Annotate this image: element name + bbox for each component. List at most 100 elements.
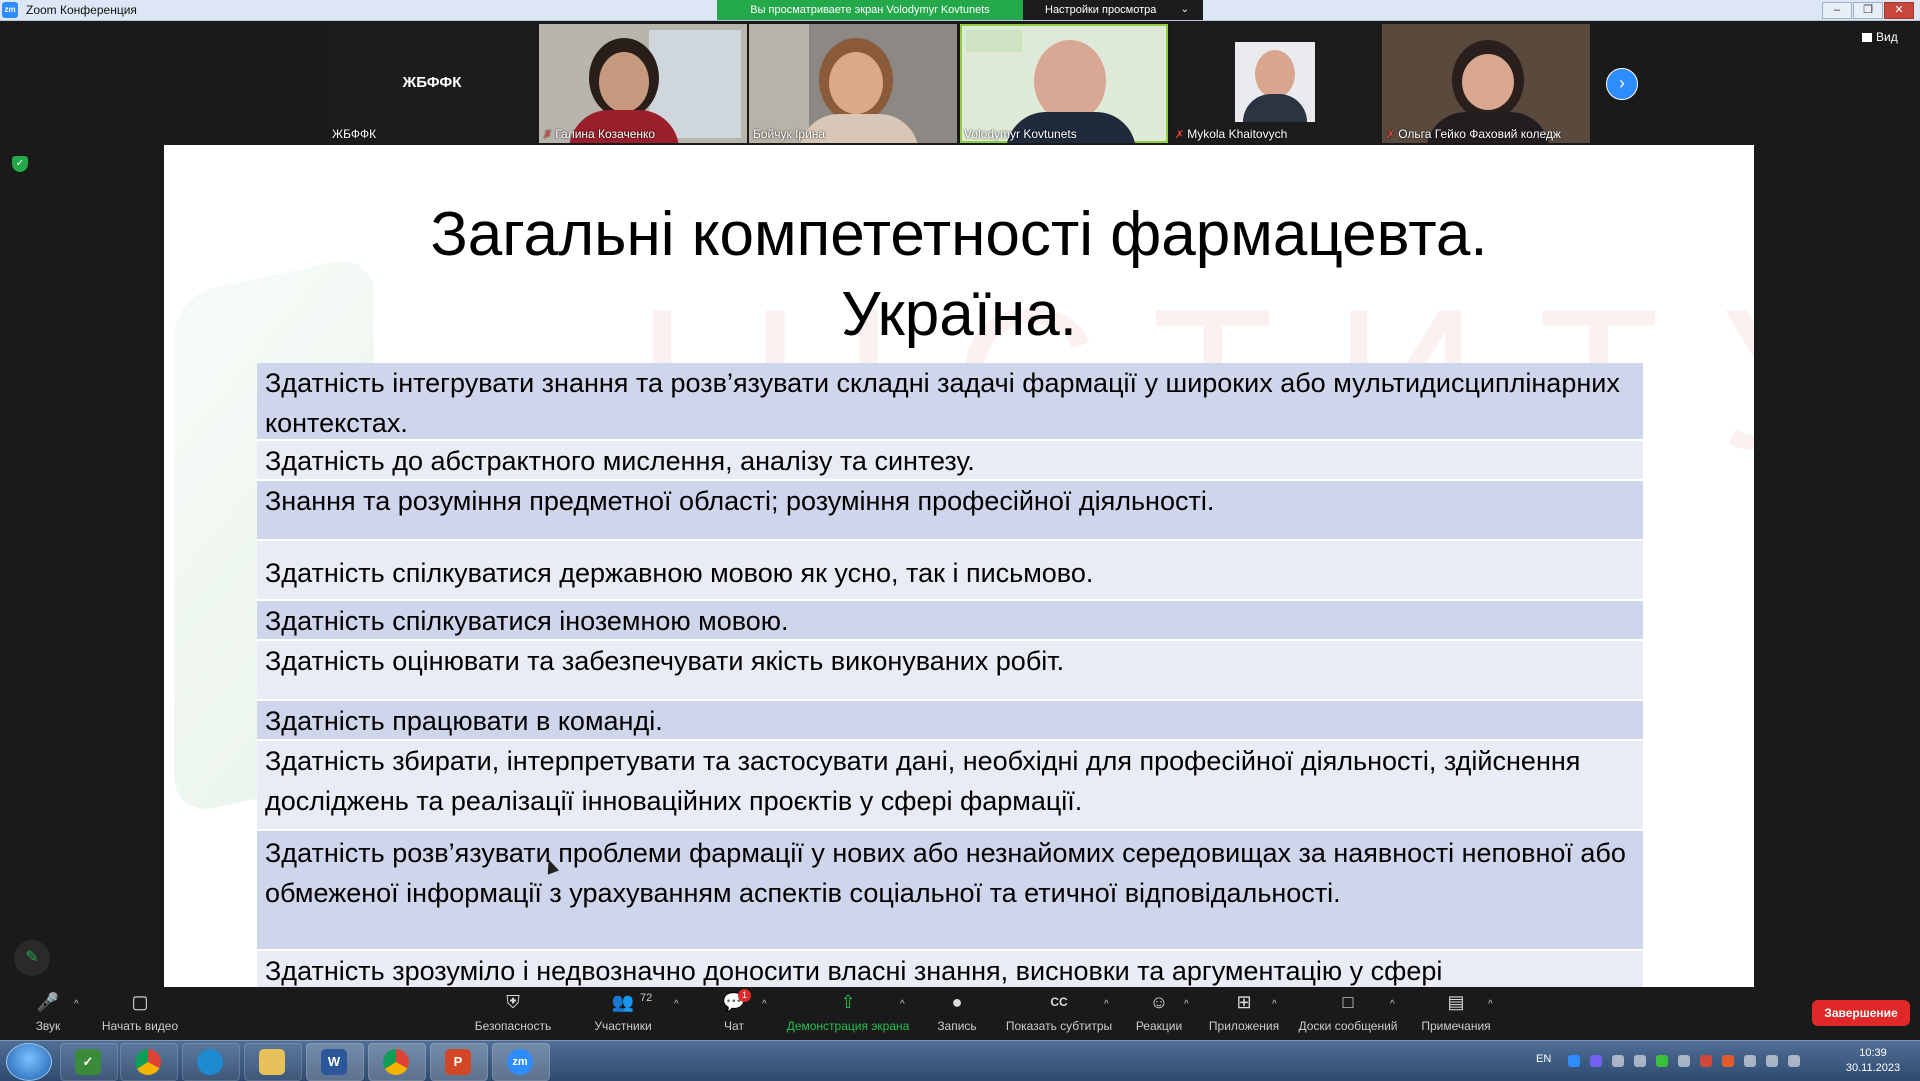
share-caret-icon[interactable]: ^ bbox=[900, 999, 905, 1010]
captions-button[interactable]: CC Показать субтитры bbox=[1004, 991, 1114, 1033]
participant-tile[interactable]: ЖБФФК ЖБФФК bbox=[328, 24, 536, 143]
table-row: Здатність зрозуміло і недвозначно доноси… bbox=[257, 951, 1643, 987]
whiteboards-caret-icon[interactable]: ^ bbox=[1390, 999, 1395, 1010]
table-row: Здатність розв’язувати проблеми фармації… bbox=[257, 831, 1643, 951]
zoom-tray-icon[interactable] bbox=[1568, 1055, 1580, 1067]
system-clock[interactable]: 10:39 30.11.2023 bbox=[1838, 1046, 1908, 1076]
gallery-view-button[interactable]: Вид bbox=[1862, 30, 1898, 44]
audio-options-caret-icon[interactable]: ^ bbox=[74, 999, 79, 1010]
participant-tile[interactable]: ✗ Галина Козаченко bbox=[539, 24, 747, 143]
title-bar: zm Zoom Конференция Вы просматриваете эк… bbox=[0, 0, 1920, 21]
participant-tile[interactable]: Бойчук Ірина bbox=[749, 24, 957, 143]
audio-label: Звук bbox=[35, 1019, 61, 1033]
whiteboards-button[interactable]: □ Доски сообщений bbox=[1294, 991, 1402, 1033]
edge-icon bbox=[197, 1049, 223, 1075]
record-button[interactable]: ● Запись bbox=[934, 991, 980, 1033]
apps-icon: ⊞ bbox=[1236, 992, 1252, 1012]
video-off-icon: ▢ bbox=[131, 992, 149, 1012]
participants-caret-icon[interactable]: ^ bbox=[674, 999, 679, 1010]
tray-icon[interactable] bbox=[1678, 1055, 1690, 1067]
start-video-button[interactable]: ▢ Начать видео bbox=[98, 991, 182, 1033]
powerpoint-icon: P bbox=[445, 1049, 471, 1075]
taskbar-app-chrome[interactable] bbox=[120, 1043, 178, 1081]
audio-button[interactable]: 🎤 Звук bbox=[28, 991, 68, 1033]
table-row: Здатність до абстрактного мислення, анал… bbox=[257, 441, 1643, 481]
taskbar-app-edge[interactable] bbox=[182, 1043, 240, 1081]
security-button[interactable]: ⛨ Безопасность bbox=[470, 991, 556, 1033]
participants-button[interactable]: 👥 72 Участники bbox=[590, 991, 656, 1033]
participant-tile[interactable]: Volodymyr Kovtunets bbox=[960, 24, 1168, 143]
notes-button[interactable]: ▤ Примечания bbox=[1416, 991, 1496, 1033]
share-screen-button[interactable]: ⇧ Демонстрация экрана bbox=[786, 991, 910, 1033]
mic-muted-icon: ✗ bbox=[1386, 129, 1396, 141]
record-label: Запись bbox=[937, 1019, 977, 1033]
table-row: Здатність оцінювати та забезпечувати які… bbox=[257, 641, 1643, 701]
meeting-toolbar: 🎤 Звук ^ ▢ Начать видео ⛨ Безопасность 👥… bbox=[0, 987, 1920, 1040]
slide-title: Загальні компететності фармацевта. Украї… bbox=[164, 195, 1754, 355]
tray-icon[interactable] bbox=[1634, 1055, 1646, 1067]
windows-taskbar: ✓ W P zm EN 10:39 30.11.2023 bbox=[0, 1040, 1920, 1081]
chat-caret-icon[interactable]: ^ bbox=[762, 999, 767, 1010]
notes-icon: ▤ bbox=[1447, 992, 1465, 1012]
table-row: Здатність спілкуватися державною мовою я… bbox=[257, 541, 1643, 601]
view-options-dropdown[interactable]: Настройки просмотра ⌄ bbox=[1023, 0, 1203, 20]
annotation-pen-icon[interactable]: ✎ bbox=[14, 940, 50, 976]
apps-caret-icon[interactable]: ^ bbox=[1272, 999, 1277, 1010]
captions-caret-icon[interactable]: ^ bbox=[1104, 999, 1109, 1010]
network-icon[interactable] bbox=[1766, 1055, 1778, 1067]
participant-video bbox=[1034, 40, 1106, 122]
captions-label: Показать субтитры bbox=[1005, 1019, 1113, 1033]
table-row: Здатність інтегрувати знання та розв’язу… bbox=[257, 363, 1643, 441]
taskbar-app-chrome-window[interactable] bbox=[368, 1043, 426, 1081]
institute-logo bbox=[966, 30, 1022, 52]
folder-icon bbox=[259, 1049, 285, 1075]
table-row: Знання та розуміння предметної області; … bbox=[257, 481, 1643, 541]
participant-tile[interactable]: ✗ Ольга Гейко Фаховий коледж bbox=[1382, 24, 1590, 143]
volume-icon[interactable] bbox=[1788, 1055, 1800, 1067]
tray-icon[interactable] bbox=[1700, 1055, 1712, 1067]
taskbar-app-zoom[interactable]: zm bbox=[492, 1043, 550, 1081]
view-button-label: Вид bbox=[1876, 30, 1898, 44]
participant-tile[interactable]: ✗ Mykola Khaitovych bbox=[1171, 24, 1379, 143]
security-label: Безопасность bbox=[474, 1019, 552, 1033]
taskbar-app-powerpoint[interactable]: P bbox=[430, 1043, 488, 1081]
end-meeting-button[interactable]: Завершение bbox=[1812, 1000, 1910, 1026]
reactions-caret-icon[interactable]: ^ bbox=[1184, 999, 1189, 1010]
window-title: Zoom Конференция bbox=[26, 3, 137, 17]
encryption-shield-icon[interactable]: ✓ bbox=[12, 156, 28, 172]
viber-tray-icon[interactable] bbox=[1590, 1055, 1602, 1067]
participant-name: ЖБФФК bbox=[332, 127, 377, 141]
whiteboards-label: Доски сообщений bbox=[1298, 1019, 1398, 1033]
taskbar-app-word[interactable]: W bbox=[306, 1043, 364, 1081]
start-button[interactable] bbox=[6, 1043, 52, 1081]
tray-icon[interactable] bbox=[1612, 1055, 1624, 1067]
chrome-icon bbox=[135, 1049, 161, 1075]
tray-icon[interactable] bbox=[1722, 1055, 1734, 1067]
close-button[interactable]: ✕ bbox=[1884, 2, 1914, 19]
tray-icon[interactable] bbox=[1656, 1055, 1668, 1067]
next-page-arrow-icon[interactable]: › bbox=[1606, 68, 1638, 100]
checkmark-icon: ✓ bbox=[75, 1049, 101, 1075]
notes-caret-icon[interactable]: ^ bbox=[1488, 999, 1493, 1010]
taskbar-app-tasks[interactable]: ✓ bbox=[60, 1043, 118, 1081]
chat-button[interactable]: 💬 1 Чат bbox=[714, 989, 754, 1033]
grid-icon bbox=[1862, 33, 1872, 42]
apps-button[interactable]: ⊞ Приложения bbox=[1206, 991, 1282, 1033]
chat-label: Чат bbox=[724, 1019, 744, 1033]
table-row: Здатність працювати в команді. bbox=[257, 701, 1643, 741]
maximize-button[interactable]: ❐ bbox=[1853, 2, 1883, 19]
chat-badge: 1 bbox=[738, 989, 752, 1002]
tray-icon[interactable] bbox=[1744, 1055, 1756, 1067]
apps-label: Приложения bbox=[1208, 1019, 1280, 1033]
table-row: Здатність збирати, інтерпретувати та зас… bbox=[257, 741, 1643, 831]
keyboard-language-indicator[interactable]: EN bbox=[1536, 1053, 1551, 1065]
chrome-icon bbox=[383, 1049, 409, 1075]
reactions-button[interactable]: ☺ Реакции bbox=[1134, 991, 1184, 1033]
minimize-button[interactable]: – bbox=[1822, 2, 1852, 19]
taskbar-app-explorer[interactable] bbox=[244, 1043, 302, 1081]
microphone-icon: 🎤 bbox=[36, 992, 60, 1012]
captions-icon: CC bbox=[1050, 995, 1068, 1009]
chevron-down-icon: ⌄ bbox=[1180, 4, 1189, 15]
participant-name: ✗ Ольга Гейко Фаховий коледж bbox=[1386, 127, 1561, 141]
notes-label: Примечания bbox=[1421, 1019, 1491, 1033]
